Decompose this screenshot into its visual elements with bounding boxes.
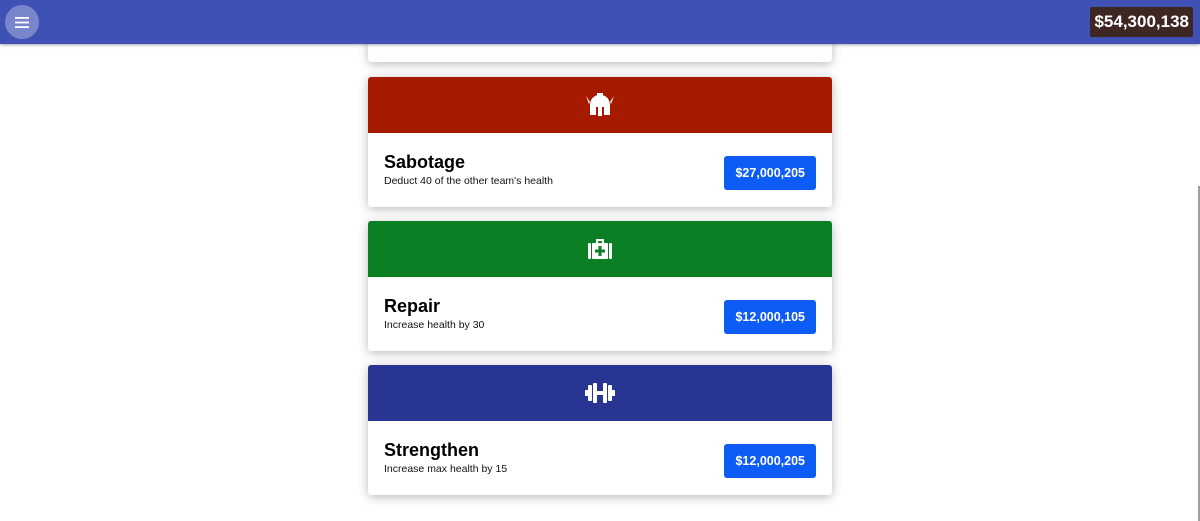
card-header [368, 365, 832, 421]
upgrade-description: Increase max health by 15 [384, 463, 508, 475]
upgrade-card-sabotage: Sabotage Deduct 40 of the other team's h… [368, 77, 832, 207]
upgrade-description: Deduct 40 of the other team's health [384, 175, 553, 187]
card-body: Repair Increase health by 30 $12,000,105 [368, 277, 832, 351]
spartan-helmet-icon [586, 93, 614, 116]
buy-sabotage-button[interactable]: $27,000,205 [724, 156, 816, 190]
hamburger-menu-icon [15, 16, 29, 28]
card-header [368, 77, 832, 133]
upgrade-title: Repair [384, 296, 441, 316]
upgrade-title: Sabotage [384, 152, 466, 172]
card-header [368, 221, 832, 277]
card-body: Strengthen Increase max health by 15 $12… [368, 421, 832, 495]
balance-display: $54,300,138 [1090, 7, 1193, 37]
upgrade-title: Strengthen [384, 440, 480, 460]
card-body: Sabotage Deduct 40 of the other team's h… [368, 133, 832, 207]
top-app-bar: $54,300,138 [0, 0, 1200, 44]
dumbbell-icon [585, 383, 615, 403]
buy-repair-button[interactable]: $12,000,105 [724, 300, 816, 334]
menu-button[interactable] [5, 5, 39, 39]
upgrade-card-strengthen: Strengthen Increase max health by 15 $12… [368, 365, 832, 495]
upgrade-description: Increase health by 30 [384, 319, 485, 331]
buy-strengthen-button[interactable]: $12,000,205 [724, 444, 816, 478]
medical-kit-icon [588, 239, 612, 259]
upgrade-card-repair: Repair Increase health by 30 $12,000,105 [368, 221, 832, 351]
